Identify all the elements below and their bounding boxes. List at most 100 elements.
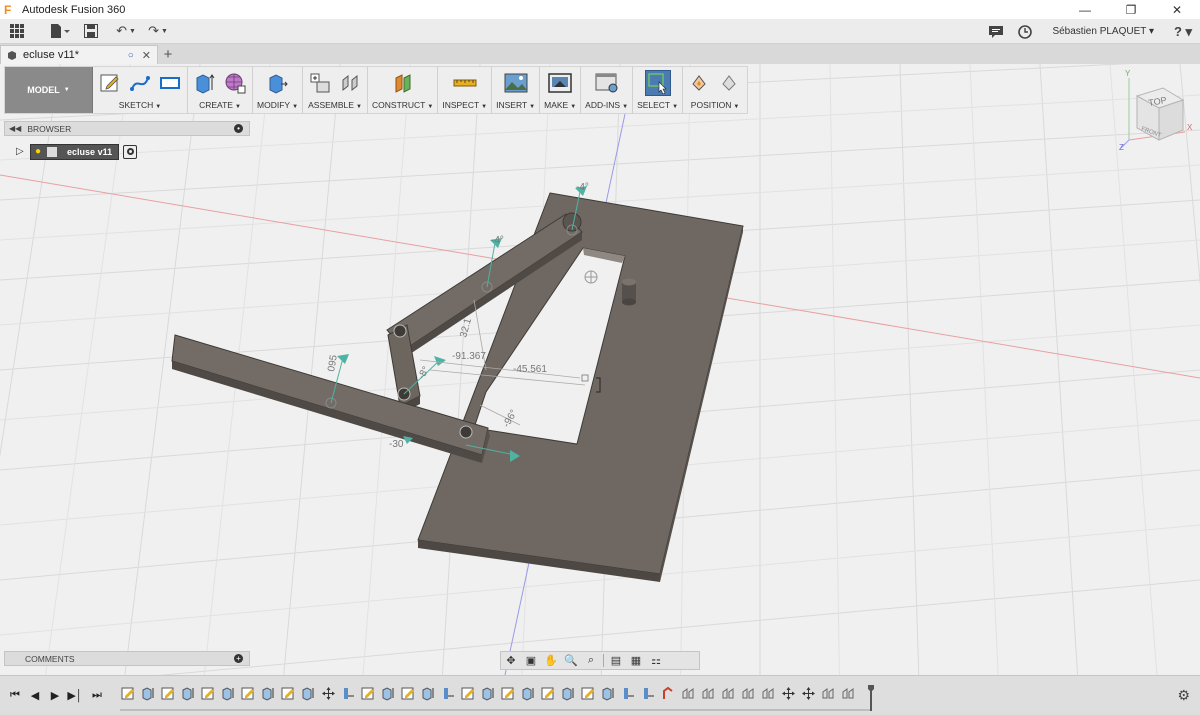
next-icon[interactable]: ▶│ [66, 687, 84, 703]
spline-icon[interactable] [127, 70, 153, 96]
timeline-sketch-icon[interactable] [400, 685, 417, 702]
timeline-joint-icon[interactable] [440, 685, 457, 702]
construct-menu[interactable]: CONSTRUCT ▼ [372, 99, 433, 113]
insert-image-icon[interactable] [503, 70, 529, 96]
create-menu[interactable]: CREATE ▼ [199, 99, 241, 113]
timeline-extrude-icon[interactable] [420, 685, 437, 702]
timeline-extrude-icon[interactable] [480, 685, 497, 702]
position-menu[interactable]: POSITION ▼ [691, 99, 740, 113]
timeline-extrude-icon[interactable] [380, 685, 397, 702]
document-tab[interactable]: ecluse v11* ○ ✕ [0, 45, 158, 64]
select-menu[interactable]: SELECT ▼ [637, 99, 678, 113]
modify-menu[interactable]: MODIFY ▼ [257, 99, 298, 113]
timeline-sketch-icon[interactable] [280, 685, 297, 702]
model-canvas[interactable]: -4° -4° 32.1 -91.367 -45.561 095 -8° -30… [0, 64, 1200, 675]
joint-icon[interactable] [337, 70, 363, 96]
timeline-extrude-icon[interactable] [220, 685, 237, 702]
timeline-move-icon[interactable] [320, 685, 337, 702]
timeline-joint-icon[interactable] [620, 685, 637, 702]
revert-position-icon[interactable] [717, 70, 743, 96]
timeline-rigid-icon[interactable] [660, 685, 677, 702]
timeline-extrude-icon[interactable] [140, 685, 157, 702]
comments-panel-header[interactable]: COMMENTS + [4, 651, 250, 666]
browser-root-row[interactable]: ▷ ● ecluse v11 [16, 143, 138, 160]
timeline-motion-icon[interactable] [840, 685, 857, 702]
timeline-extrude-icon[interactable] [260, 685, 277, 702]
minimize-icon[interactable]: — [1062, 0, 1108, 19]
zoom-icon[interactable]: 🔍 [561, 652, 581, 669]
timeline-settings-icon[interactable]: ⚙ [1177, 687, 1190, 704]
scripts-icon[interactable] [594, 70, 620, 96]
timeline-motion-icon[interactable] [700, 685, 717, 702]
timeline-motion-icon[interactable] [740, 685, 757, 702]
extrude-icon[interactable] [192, 70, 218, 96]
browser-toggle-icon[interactable]: • [234, 124, 243, 133]
fit-icon[interactable]: ⌕ [581, 652, 601, 669]
add-comment-icon[interactable]: + [234, 654, 243, 663]
make-icon[interactable] [547, 70, 573, 96]
timeline-move-icon[interactable] [800, 685, 817, 702]
timeline-sketch-icon[interactable] [160, 685, 177, 702]
rectangle-icon[interactable] [157, 70, 183, 96]
clock-icon[interactable] [1010, 19, 1040, 44]
display-settings-icon[interactable]: ▤ [606, 652, 626, 669]
sketch-menu[interactable]: SKETCH ▼ [119, 99, 161, 113]
press-pull-icon[interactable] [265, 70, 291, 96]
timeline-sketch-icon[interactable] [460, 685, 477, 702]
grid-settings-icon[interactable]: ▦ [626, 652, 646, 669]
timeline-joint-icon[interactable] [340, 685, 357, 702]
select-icon[interactable] [644, 70, 671, 96]
help-menu[interactable]: ? ▾ [1166, 19, 1200, 44]
timeline-extrude-icon[interactable] [180, 685, 197, 702]
look-at-icon[interactable]: ▣ [521, 652, 541, 669]
activate-component-icon[interactable] [123, 144, 138, 159]
view-cube[interactable]: TOP FRONT Y X Z [1115, 68, 1195, 150]
timeline-joint-icon[interactable] [640, 685, 657, 702]
browser-root-node[interactable]: ● ecluse v11 [30, 143, 120, 160]
timeline-extrude-icon[interactable] [560, 685, 577, 702]
timeline-extrude-icon[interactable] [520, 685, 537, 702]
browser-panel-header[interactable]: ◀◀ BROWSER • [4, 121, 250, 136]
restore-icon[interactable]: ❐ [1108, 0, 1154, 19]
timeline-motion-icon[interactable] [760, 685, 777, 702]
new-component-icon[interactable] [307, 70, 333, 96]
last-icon[interactable]: ⏭ [88, 687, 106, 703]
play-icon[interactable]: ▶ [46, 687, 64, 703]
timeline-sketch-icon[interactable] [540, 685, 557, 702]
timeline-sketch-icon[interactable] [120, 685, 137, 702]
timeline-move-icon[interactable] [780, 685, 797, 702]
viewports-icon[interactable]: ⚏ [646, 652, 666, 669]
pan-icon[interactable]: ✋ [541, 652, 561, 669]
file-menu-icon[interactable] [42, 19, 78, 44]
offset-plane-icon[interactable] [390, 70, 416, 96]
timeline-sketch-icon[interactable] [580, 685, 597, 702]
timeline-marker[interactable] [868, 685, 874, 711]
timeline-motion-icon[interactable] [720, 685, 737, 702]
make-menu[interactable]: MAKE ▼ [544, 99, 576, 113]
capture-position-icon[interactable] [687, 70, 713, 96]
data-panel-icon[interactable] [0, 19, 34, 44]
assemble-menu[interactable]: ASSEMBLE ▼ [308, 99, 362, 113]
timeline-sketch-icon[interactable] [200, 685, 217, 702]
undo-icon[interactable]: ↶ ▼ [110, 19, 142, 44]
job-status-icon[interactable] [982, 19, 1010, 44]
create-sketch-icon[interactable] [97, 70, 123, 96]
save-icon[interactable] [78, 19, 104, 44]
addins-menu[interactable]: ADD-INS ▼ [585, 99, 628, 113]
timeline-extrude-icon[interactable] [600, 685, 617, 702]
close-tab-icon[interactable]: ✕ [142, 49, 151, 62]
timeline-motion-icon[interactable] [680, 685, 697, 702]
timeline-sketch-icon[interactable] [240, 685, 257, 702]
form-icon[interactable] [222, 70, 248, 96]
new-tab-button[interactable]: + [158, 45, 178, 64]
redo-icon[interactable]: ↷ ▼ [142, 19, 174, 44]
user-account-menu[interactable]: Sébastien PLAQUET ▾ [1052, 26, 1154, 37]
timeline-extrude-icon[interactable] [300, 685, 317, 702]
previous-icon[interactable]: ◀ [26, 687, 44, 703]
inspect-menu[interactable]: INSPECT ▼ [442, 99, 487, 113]
collapse-icon[interactable]: ◀◀ [9, 124, 21, 133]
insert-menu[interactable]: INSERT ▼ [496, 99, 535, 113]
close-icon[interactable]: ✕ [1154, 0, 1200, 19]
visibility-bulb-icon[interactable]: ● [35, 146, 41, 157]
measure-icon[interactable] [452, 70, 478, 96]
